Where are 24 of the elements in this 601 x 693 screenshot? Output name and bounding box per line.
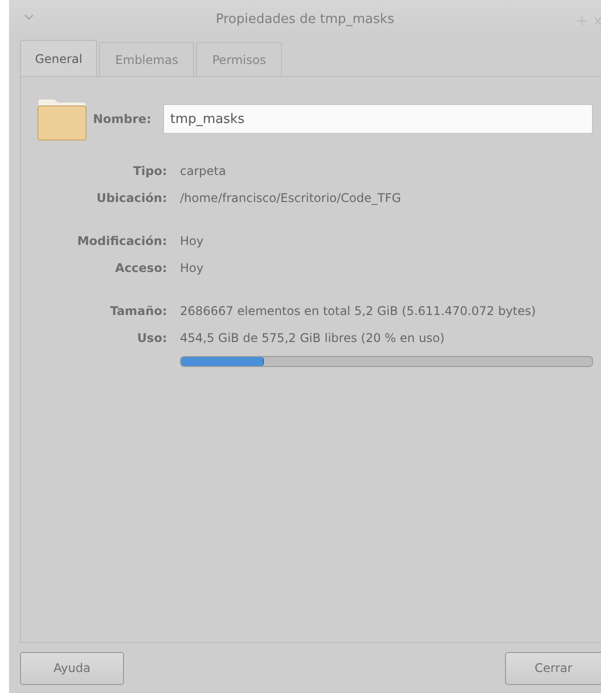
field-value: 454,5 GiB de 575,2 GiB libres (20 % en uso) xyxy=(180,330,445,344)
field-value: carpeta xyxy=(180,164,226,178)
field-label: Ubicación: xyxy=(96,190,167,204)
window-title: Propiedades de tmp_masks xyxy=(216,12,394,26)
field-value: /home/francisco/Escritorio/Code_TFG xyxy=(180,190,402,204)
field-value: Hoy xyxy=(180,234,204,248)
tab[interactable]: Permisos xyxy=(196,42,282,76)
maximize-icon[interactable] xyxy=(577,16,587,26)
field-value: Hoy xyxy=(180,260,204,274)
help-button[interactable]: Ayuda xyxy=(20,652,124,684)
tab[interactable]: General xyxy=(20,40,98,76)
field-label: Uso: xyxy=(136,330,167,344)
field-value: 2686667 elementos en total 5,2 GiB (5.611.470.072 bytes) xyxy=(180,304,536,318)
name-label: Nombre: xyxy=(93,112,152,126)
field-label: Tipo: xyxy=(132,164,167,178)
field-label: Modificación: xyxy=(76,234,167,248)
field-label: Tamaño: xyxy=(109,304,167,318)
name-field[interactable]: tmp_masks xyxy=(163,104,593,134)
field-label: Acceso: xyxy=(114,260,167,274)
close-button[interactable]: Cerrar xyxy=(505,652,601,684)
menu-icon[interactable] xyxy=(24,14,34,20)
tab[interactable]: Emblemas xyxy=(99,42,194,76)
folder-icon xyxy=(37,97,87,141)
close-icon[interactable] xyxy=(595,16,601,26)
